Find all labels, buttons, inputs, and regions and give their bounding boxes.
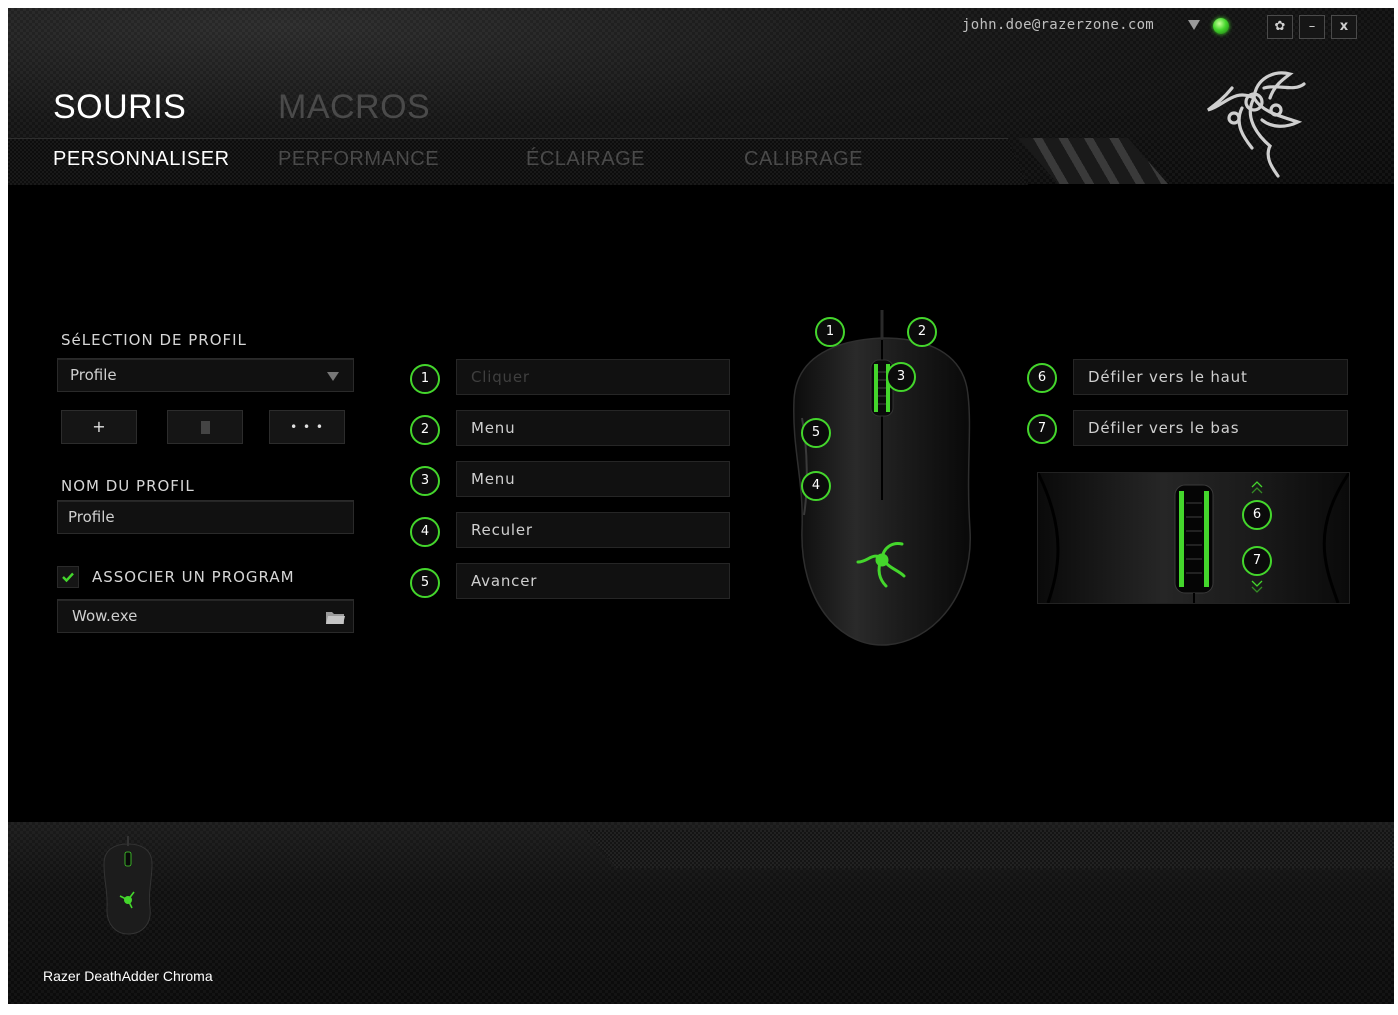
user-email[interactable]: john.doe@razerzone.com	[962, 17, 1154, 33]
razer-logo-icon	[1207, 71, 1306, 178]
tab-macros[interactable]: MACROS	[278, 88, 430, 127]
button-number-3: 3	[410, 466, 440, 496]
folder-icon[interactable]	[325, 609, 345, 625]
footer-band	[586, 830, 1394, 868]
profile-select[interactable]: Profile	[57, 358, 354, 392]
mouse-callout-2[interactable]: 2	[907, 317, 937, 347]
button-number-1: 1	[410, 364, 440, 394]
button-4-assignment[interactable]: Reculer	[456, 512, 730, 548]
program-path-input[interactable]: Wow.exe	[57, 599, 354, 633]
trash-icon	[200, 421, 210, 434]
button-7-assignment[interactable]: Défiler vers le bas	[1073, 410, 1348, 446]
mouse-callout-5[interactable]: 5	[801, 418, 831, 448]
zoom-callout-6[interactable]: 6	[1242, 500, 1272, 530]
program-path-value: Wow.exe	[72, 607, 138, 625]
check-icon	[62, 572, 74, 583]
button-2-assignment[interactable]: Menu	[456, 410, 730, 446]
profile-select-value: Profile	[70, 366, 117, 384]
synapse-window: john.doe@razerzone.com ✿ – x SOURIS MACR…	[8, 8, 1394, 1004]
profile-name-input[interactable]: Profile	[57, 500, 354, 534]
scroll-wheel-zoom: 6 7	[1037, 472, 1350, 604]
chevron-down-icon	[327, 372, 339, 381]
more-options-button[interactable]: • • •	[269, 410, 345, 444]
associate-program-label: ASSOCIER UN PROGRAM	[92, 568, 295, 586]
device-thumbnail-icon[interactable]	[98, 836, 158, 936]
close-button[interactable]: x	[1331, 15, 1357, 39]
online-status-icon	[1213, 18, 1229, 34]
tab-personnaliser[interactable]: PERSONNALISER	[53, 148, 230, 171]
button-number-5: 5	[410, 568, 440, 598]
button-6-assignment[interactable]: Défiler vers le haut	[1073, 359, 1348, 395]
button-1-assignment[interactable]: Cliquer	[456, 359, 730, 395]
button-number-2: 2	[410, 415, 440, 445]
tab-calibrage[interactable]: CALIBRAGE	[744, 148, 863, 171]
associate-program-checkbox[interactable]	[57, 566, 79, 588]
status-dropdown-icon[interactable]	[1188, 20, 1200, 30]
mouse-callout-3[interactable]: 3	[886, 362, 916, 392]
button-number-4: 4	[410, 517, 440, 547]
minimize-button[interactable]: –	[1299, 15, 1325, 39]
zoom-callout-7[interactable]: 7	[1242, 546, 1272, 576]
button-number-6: 6	[1027, 363, 1057, 393]
delete-profile-button[interactable]	[167, 410, 243, 444]
scroll-wheel-zoom-image	[1038, 473, 1349, 603]
device-name: Razer DeathAdder Chroma	[43, 968, 213, 984]
add-profile-button[interactable]: +	[61, 410, 137, 444]
mouse-callout-4[interactable]: 4	[801, 471, 831, 501]
tab-souris[interactable]: SOURIS	[53, 88, 186, 127]
button-number-7: 7	[1027, 414, 1057, 444]
tab-eclairage[interactable]: ÉCLAIRAGE	[526, 148, 645, 171]
mouse-callout-1[interactable]: 1	[815, 317, 845, 347]
profile-selection-label: SéLECTION DE PROFIL	[61, 331, 247, 349]
button-3-assignment[interactable]: Menu	[456, 461, 730, 497]
profile-name-label: NOM DU PROFIL	[61, 477, 195, 495]
settings-button[interactable]: ✿	[1267, 15, 1293, 39]
button-5-assignment[interactable]: Avancer	[456, 563, 730, 599]
tab-performance[interactable]: PERFORMANCE	[278, 148, 439, 171]
device-footer: Razer DeathAdder Chroma	[8, 822, 1394, 1004]
